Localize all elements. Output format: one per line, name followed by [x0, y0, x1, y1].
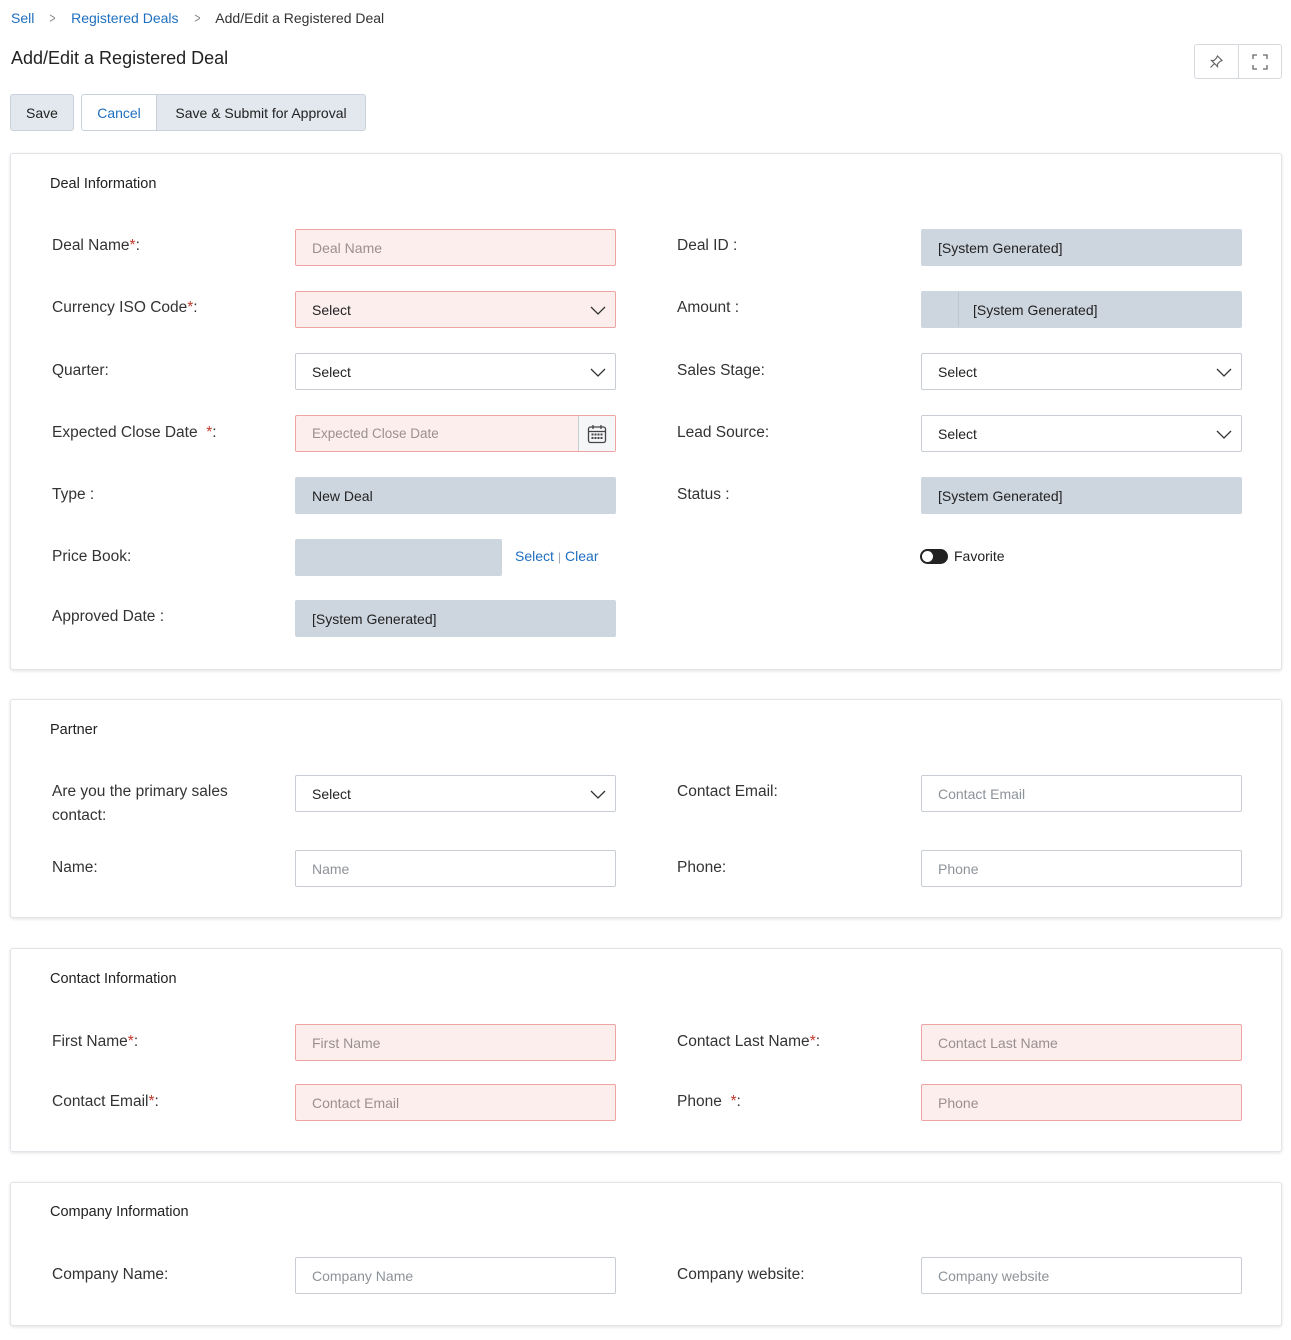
fullscreen-icon	[1252, 53, 1268, 70]
partner-phone-input[interactable]: Phone	[921, 850, 1242, 887]
chevron-down-icon	[1216, 368, 1232, 377]
close-date-input[interactable]: Expected Close Date	[295, 415, 616, 452]
company-website-label: Company website:	[677, 1266, 805, 1283]
last-name-input[interactable]: Contact Last Name	[921, 1024, 1242, 1061]
approved-date-label: Approved Date :	[52, 608, 165, 625]
deal-name-input[interactable]: Deal Name	[295, 229, 616, 266]
partner-section: Partner Are you the primary sales contac…	[10, 699, 1282, 918]
amount-label: Amount :	[677, 299, 740, 316]
quarter-label: Quarter:	[52, 362, 109, 379]
company-website-input[interactable]: Company website	[921, 1257, 1242, 1294]
price-book-select-link[interactable]: Select	[515, 548, 554, 564]
save-button[interactable]: Save	[10, 94, 74, 131]
breadcrumb: Sell > Registered Deals > Add/Edit a Reg…	[11, 9, 384, 27]
partner-name-label: Name:	[52, 859, 98, 876]
sales-stage-select[interactable]: Select	[921, 353, 1242, 390]
separator: |	[557, 550, 562, 564]
last-name-label: Contact Last Name*:	[677, 1033, 821, 1050]
lead-source-select[interactable]: Select	[921, 415, 1242, 452]
cancel-button[interactable]: Cancel	[81, 94, 156, 131]
chevron-down-icon	[590, 306, 606, 315]
partner-name-input[interactable]: Name	[295, 850, 616, 887]
contact-information-section: Contact Information First Name*: First N…	[10, 948, 1282, 1152]
company-information-section: Company Information Company Name: Compan…	[10, 1182, 1282, 1326]
close-date-label: Expected Close Date *:	[52, 424, 217, 441]
primary-contact-label: Are you the primary sales contact:	[52, 783, 228, 824]
chevron-down-icon	[1216, 430, 1232, 439]
sales-stage-label: Sales Stage:	[677, 362, 765, 379]
partner-contact-email-label: Contact Email:	[677, 783, 778, 800]
chevron-down-icon	[590, 790, 606, 799]
quarter-select[interactable]: Select	[295, 353, 616, 390]
primary-contact-select[interactable]: Select	[295, 775, 616, 812]
price-book-label: Price Book:	[52, 548, 132, 565]
chevron-right-icon: >	[193, 9, 200, 27]
breadcrumb-link-sell[interactable]: Sell	[11, 10, 34, 26]
breadcrumb-current: Add/Edit a Registered Deal	[215, 10, 385, 26]
pin-icon	[1210, 54, 1224, 68]
calendar-button[interactable]	[578, 416, 615, 451]
amount-field: [System Generated]	[921, 291, 1242, 328]
close-date-placeholder: Expected Close Date	[312, 426, 439, 441]
price-book-field	[295, 539, 502, 576]
action-bar: Save Cancel Save & Submit for Approval	[10, 94, 366, 131]
chevron-right-icon: >	[49, 9, 56, 27]
first-name-input[interactable]: First Name	[295, 1024, 616, 1061]
status-field: [System Generated]	[921, 477, 1242, 514]
company-name-label: Company Name:	[52, 1266, 169, 1283]
favorite-toggle[interactable]	[920, 549, 948, 564]
section-title: Deal Information	[50, 176, 157, 192]
type-field: New Deal	[295, 477, 616, 514]
contact-email-input[interactable]: Contact Email	[295, 1084, 616, 1121]
deal-information-section: Deal Information Deal Name*: Deal Name D…	[10, 153, 1282, 670]
company-name-input[interactable]: Company Name	[295, 1257, 616, 1294]
deal-name-placeholder: Deal Name	[312, 239, 383, 256]
page-tools	[1194, 44, 1282, 79]
section-title: Partner	[50, 722, 98, 738]
partner-contact-email-input[interactable]: Contact Email	[921, 775, 1242, 812]
page-title: Add/Edit a Registered Deal	[11, 48, 229, 68]
contact-phone-input[interactable]: Phone	[921, 1084, 1242, 1121]
approved-date-field: [System Generated]	[295, 600, 616, 637]
fullscreen-button[interactable]	[1237, 45, 1282, 78]
type-label: Type :	[52, 486, 95, 503]
price-book-clear-link[interactable]: Clear	[565, 548, 598, 564]
section-title: Contact Information	[50, 971, 177, 987]
contact-email-label: Contact Email*:	[52, 1093, 159, 1110]
breadcrumb-link-registered-deals[interactable]: Registered Deals	[71, 10, 178, 26]
favorite-label: Favorite	[954, 548, 1005, 564]
lead-source-label: Lead Source:	[677, 424, 770, 441]
partner-phone-label: Phone:	[677, 859, 727, 876]
deal-id-field: [System Generated]	[921, 229, 1242, 266]
contact-phone-label: Phone *:	[677, 1093, 741, 1110]
first-name-label: First Name*:	[52, 1033, 139, 1050]
price-book-actions: Select | Clear	[515, 548, 599, 564]
currency-label: Currency ISO Code*:	[52, 299, 198, 316]
deal-name-label: Deal Name*:	[52, 237, 140, 254]
currency-select[interactable]: Select	[295, 291, 616, 328]
pin-button[interactable]	[1195, 45, 1238, 78]
deal-id-label: Deal ID :	[677, 237, 738, 254]
save-submit-button[interactable]: Save & Submit for Approval	[156, 94, 366, 131]
calendar-icon	[587, 424, 607, 443]
chevron-down-icon	[590, 368, 606, 377]
status-label: Status :	[677, 486, 730, 503]
currency-prefix	[922, 292, 959, 327]
section-title: Company Information	[50, 1204, 189, 1220]
